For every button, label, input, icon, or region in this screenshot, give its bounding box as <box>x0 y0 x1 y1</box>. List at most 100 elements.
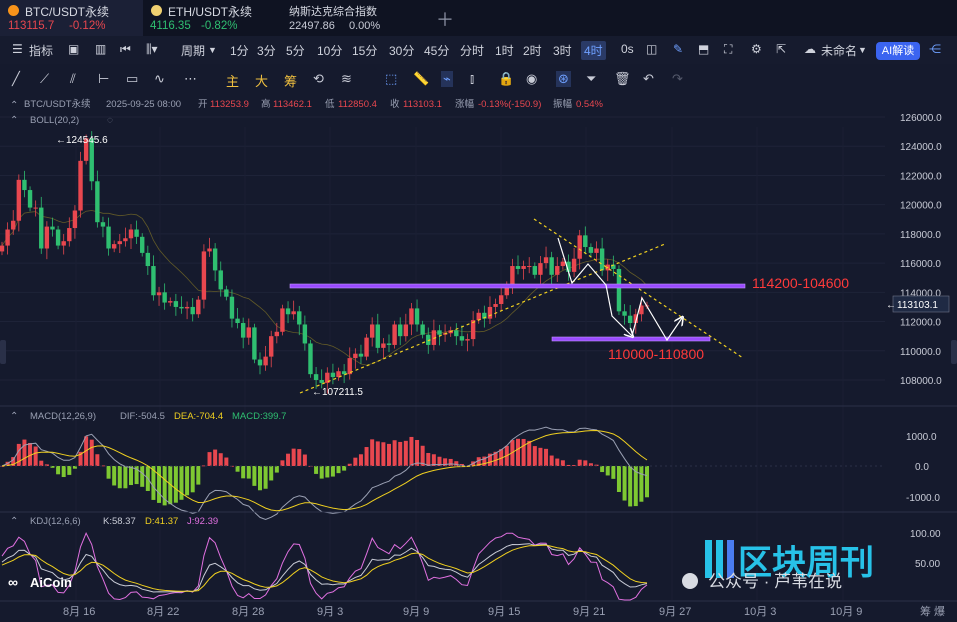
interval-11[interactable]: 4时 <box>581 41 606 60</box>
candle-body <box>577 235 582 259</box>
collapse-legend-icon[interactable]: ⌃ <box>10 100 18 111</box>
share-icon[interactable]: ⋲ <box>929 42 941 56</box>
macd-bar <box>560 460 565 466</box>
add-tab-icon[interactable]: ＋ <box>436 6 454 32</box>
interval-9[interactable]: 2时 <box>523 42 542 59</box>
ai-analysis-button[interactable]: AI解读 <box>876 42 920 60</box>
filter-icon[interactable]: ⏷ <box>586 71 596 87</box>
tab-eth[interactable]: ETH/USDT永续 4116.35 -0.82% <box>143 0 280 36</box>
rect-icon[interactable]: ▭ <box>126 71 138 87</box>
interval-3[interactable]: 10分 <box>317 42 342 59</box>
candle-type-icon[interactable]: ⫼▾ <box>146 42 158 57</box>
parallel-icon[interactable]: ⫽ <box>70 71 76 87</box>
interval-2[interactable]: 5分 <box>286 42 305 59</box>
pen-icon[interactable]: ✎ <box>673 42 683 56</box>
candle-body <box>375 324 380 348</box>
candle-body <box>403 324 409 337</box>
tab-nasdaq-change: 0.00% <box>349 20 381 32</box>
replay-icon[interactable]: ⏮ <box>120 42 131 57</box>
trendline-icon[interactable]: ╱ <box>12 71 20 87</box>
cloud-icon[interactable]: ☁ <box>804 42 816 56</box>
candle-body <box>269 336 274 357</box>
candle-body <box>555 266 560 275</box>
macd-collapse-icon[interactable]: ⌃ <box>10 411 18 422</box>
share-screen-icon[interactable]: ⬒ <box>698 42 709 56</box>
more-icon[interactable]: ⋯ <box>184 71 197 87</box>
right-scroll-handle[interactable] <box>951 340 957 364</box>
hline-icon[interactable]: ⊢ <box>98 71 109 87</box>
candle-body <box>207 248 212 252</box>
eye-icon[interactable]: ◉ <box>526 71 537 87</box>
boll-visibility-icon[interactable]: ◌ <box>107 115 113 126</box>
period-button[interactable]: 周期 <box>181 42 205 59</box>
wave-icon[interactable]: ≋ <box>341 71 352 87</box>
candle-body <box>106 226 111 249</box>
candle-body <box>538 263 543 275</box>
macd-bar <box>409 436 414 466</box>
candle-body <box>285 308 291 315</box>
boll-collapse-icon[interactable]: ⌃ <box>10 115 18 126</box>
candle-body <box>571 258 577 272</box>
interval-7[interactable]: 分时 <box>460 42 484 59</box>
tab-nasdaq[interactable]: 纳斯达克综合指数 22497.86 0.00% <box>281 0 421 36</box>
candle-body <box>55 229 61 246</box>
tab-nasdaq-name: 纳斯达克综合指数 <box>289 6 377 18</box>
fullscreen-icon[interactable]: ⛶ <box>724 42 732 57</box>
instrument-tabs: BTC/USDT永续 113115.7 -0.12% ETH/USDT永续 41… <box>0 0 957 37</box>
magnet-icon[interactable]: ⌁ <box>441 71 453 87</box>
ray-icon[interactable]: ⟋ <box>40 71 49 87</box>
layout-name[interactable]: 未命名 <box>821 42 857 59</box>
left-scroll-handle[interactable] <box>0 340 6 364</box>
candle-body <box>95 181 100 223</box>
macd-bar <box>628 466 633 507</box>
macd-bar <box>286 453 291 466</box>
interval-6[interactable]: 45分 <box>424 42 449 59</box>
time-tick: 10月 3 <box>744 606 776 618</box>
camera-icon[interactable]: ◫ <box>646 42 657 56</box>
chip-button[interactable]: 筹 <box>284 71 297 90</box>
interval-4[interactable]: 15分 <box>352 42 377 59</box>
settings-icon[interactable]: ⚙ <box>751 42 762 56</box>
interval-1[interactable]: 3分 <box>257 42 276 59</box>
undo-icon[interactable]: ↶ <box>643 71 654 87</box>
cursor-icon[interactable]: ⬚ <box>385 71 397 87</box>
support-zone[interactable] <box>551 336 711 342</box>
calendar-icon[interactable]: ▣ <box>68 42 79 56</box>
candle-icon[interactable]: ⫾ <box>470 71 474 87</box>
candle-body <box>330 372 336 378</box>
interval-0[interactable]: 1分 <box>230 42 249 59</box>
drawing-toolbar: ╱ ⟋ ⫽ ⊢ ▭ ∿ ⋯ 主 大 筹 ⟲ ≋ ⬚ 📏 ⌁ ⫾ 🔒 ◉ ⊛ ⏷ … <box>0 64 957 94</box>
tab-btc[interactable]: BTC/USDT永续 113115.7 -0.12% <box>0 0 143 36</box>
time-tick: 9月 3 <box>317 606 343 618</box>
support-label: 110000-110800 <box>608 346 704 362</box>
indicators-button[interactable]: 指标 <box>29 42 53 59</box>
interval-8[interactable]: 1时 <box>495 42 514 59</box>
candle-body <box>358 353 364 357</box>
interval-10[interactable]: 3时 <box>553 42 572 59</box>
sync-icon[interactable]: ⟲ <box>313 71 324 87</box>
interval-5[interactable]: 30分 <box>389 42 414 59</box>
ruler-icon[interactable]: 📏 <box>413 71 429 87</box>
layout-icon[interactable]: ▥ <box>95 42 106 56</box>
magnet-strong-icon[interactable]: ⊛ <box>556 71 571 87</box>
collapse-icon[interactable]: ⇱ <box>776 42 786 56</box>
redo-icon[interactable]: ↷ <box>672 71 683 87</box>
macd-bar <box>258 466 262 491</box>
trash-icon[interactable]: 🗑 <box>614 71 631 87</box>
path-icon[interactable]: ∿ <box>154 71 165 87</box>
price-chart[interactable]: 114200-104600 110000-110800 ← 124545.6 ←… <box>0 94 957 622</box>
main-overlay-button[interactable]: 主 <box>226 71 239 90</box>
resistance-zone[interactable] <box>289 283 746 289</box>
refresh-seconds[interactable]: 0s <box>621 42 634 56</box>
macd-bar <box>353 457 358 466</box>
lock-icon[interactable]: 🔒 <box>498 71 514 87</box>
big-order-button[interactable]: 大 <box>255 71 268 90</box>
indicator-icon[interactable]: ☰ <box>12 42 23 56</box>
macd-bar <box>622 466 627 501</box>
candle-body <box>257 359 263 366</box>
macd-bar <box>157 466 162 503</box>
candle-body <box>173 301 179 307</box>
macd-bar <box>196 466 201 485</box>
kdj-collapse-icon[interactable]: ⌃ <box>10 516 18 527</box>
candle-body <box>78 160 83 211</box>
